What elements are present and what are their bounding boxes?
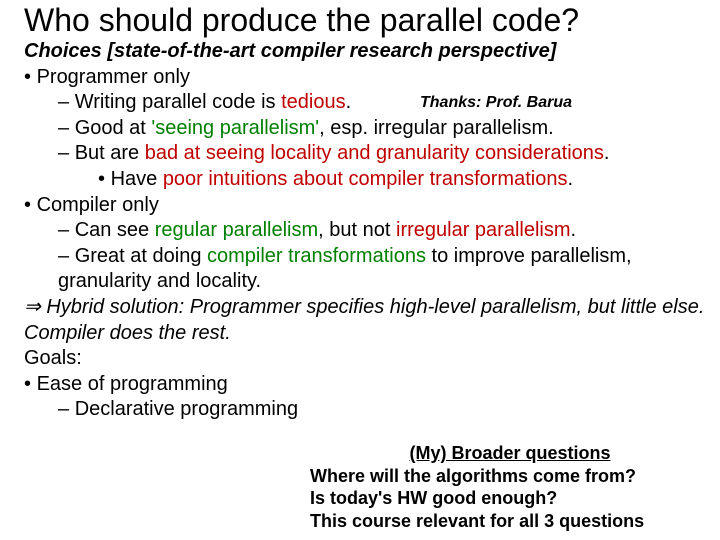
text: . [567,168,573,190]
prog-item-3-1: Have poor intuitions about compiler tran… [98,167,706,193]
text: Have [111,168,163,190]
text-green: 'seeing parallelism' [151,117,319,139]
slide-title: Who should produce the parallel code? [24,4,706,38]
prog-item-1: Writing parallel code is tedious. [58,90,706,116]
text: Writing parallel code is [75,91,281,113]
programmer-head: Programmer only [24,65,706,91]
compiler-head: Compiler only [24,193,706,219]
text: . [604,142,610,164]
broader-title: (My) Broader questions [310,442,710,465]
slide-subtitle: Choices [state-of-the-art compiler resea… [24,40,706,63]
text-red: tedious [281,91,346,113]
text-red: irregular parallelism [396,219,571,241]
broader-q2: Is today's HW good enough? [310,487,710,510]
prog-item-2: Good at 'seeing parallelism', esp. irreg… [58,116,706,142]
thanks-credit: Thanks: Prof. Barua [420,94,572,112]
text: Can see [75,219,155,241]
goals-item-1: Ease of programming [24,372,706,398]
text: . [346,91,352,113]
goals-head: Goals: [24,346,706,372]
text: , but not [318,219,396,241]
hybrid-conclusion: Hybrid solution: Programmer specifies hi… [24,295,706,346]
broader-q3: This course relevant for all 3 questions [310,510,710,533]
goals-item-1-1: Declarative programming [58,397,706,423]
prog-item-3: But are bad at seeing locality and granu… [58,141,706,167]
broader-questions-box: (My) Broader questions Where will the al… [310,442,710,532]
text: . [571,219,577,241]
broader-q1: Where will the algorithms come from? [310,465,710,488]
text-green: compiler transformations [207,245,426,267]
comp-item-1: Can see regular parallelism, but not irr… [58,218,706,244]
text-green: regular parallelism [155,219,318,241]
text: But are [75,142,145,164]
text: , esp. irregular parallelism. [319,117,554,139]
text-red: bad at seeing locality and granularity c… [145,142,604,164]
slide: Who should produce the parallel code? Ch… [0,0,720,540]
body-text: Programmer only Writing parallel code is… [24,65,706,423]
text-red: poor intuitions about compiler transform… [163,168,568,190]
text: Great at doing [75,245,207,267]
comp-item-2: Great at doing compiler transformations … [58,244,706,295]
text: Good at [75,117,152,139]
